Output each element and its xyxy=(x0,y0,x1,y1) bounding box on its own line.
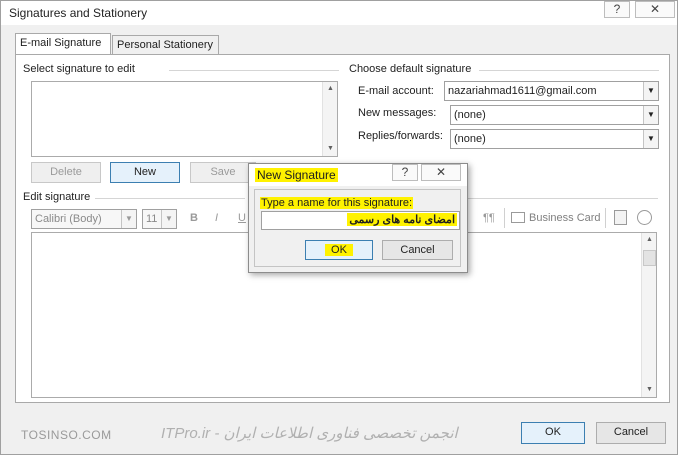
size-select[interactable]: 11 ▼ xyxy=(142,209,177,229)
signatures-window: Signatures and Stationery ? ✕ E-mail Sig… xyxy=(0,0,678,455)
email-account-label: E-mail account: xyxy=(358,85,434,97)
tab-label: Personal Stationery xyxy=(117,39,213,51)
help-button[interactable]: ? xyxy=(604,1,630,18)
chevron-down-icon[interactable]: ▼ xyxy=(121,210,136,228)
default-signature-label: Choose default signature xyxy=(349,63,472,75)
group-divider xyxy=(95,198,245,199)
scroll-thumb[interactable] xyxy=(643,250,656,266)
new-messages-select[interactable]: (none) ▼ xyxy=(450,105,659,125)
window-title: Signatures and Stationery xyxy=(9,6,148,20)
toolbar-separator xyxy=(504,208,505,228)
signature-name-input[interactable]: امضای نامه های رسمی xyxy=(261,211,460,230)
business-card-icon xyxy=(511,212,525,223)
close-button[interactable]: ✕ xyxy=(635,1,675,18)
email-account-select[interactable]: nazariahmad1611@gmail.com ▼ xyxy=(444,81,659,101)
save-button[interactable]: Save xyxy=(190,162,256,183)
delete-button[interactable]: Delete xyxy=(31,162,101,183)
underline-button[interactable]: U xyxy=(238,212,246,224)
replies-label: Replies/forwards: xyxy=(358,130,443,142)
signature-name-value: امضای نامه های رسمی xyxy=(347,213,457,226)
new-button[interactable]: New xyxy=(110,162,180,183)
size-value: 11 xyxy=(146,213,158,225)
paragraph-direction-button[interactable]: ¶¶ xyxy=(483,212,495,224)
cancel-button[interactable]: Cancel xyxy=(596,422,666,444)
replies-select[interactable]: (none) ▼ xyxy=(450,129,659,149)
tab-personal-stationery[interactable]: Personal Stationery xyxy=(112,35,219,54)
italic-button[interactable]: I xyxy=(215,212,218,224)
insert-picture-icon[interactable] xyxy=(614,210,627,225)
scroll-up-icon[interactable]: ▲ xyxy=(642,233,657,247)
new-messages-value: (none) xyxy=(454,109,486,121)
dialog-close-button[interactable]: ✕ xyxy=(421,164,461,181)
group-divider xyxy=(479,70,659,71)
scroll-up-icon[interactable]: ▲ xyxy=(323,82,338,96)
dialog-prompt: Type a name for this signature: xyxy=(260,197,414,209)
watermark-tosinso: TOSINSO.COM xyxy=(21,428,112,442)
scroll-down-icon[interactable]: ▼ xyxy=(642,383,657,397)
group-divider xyxy=(169,70,339,71)
dialog-title: New Signature xyxy=(255,168,338,182)
dialog-help-button[interactable]: ? xyxy=(392,164,418,181)
replies-value: (none) xyxy=(454,133,486,145)
font-select[interactable]: Calibri (Body) ▼ xyxy=(31,209,137,229)
tab-email-signature[interactable]: E-mail Signature xyxy=(15,33,111,55)
toolbar-separator xyxy=(605,208,606,228)
dialog-ok-button[interactable]: OK xyxy=(305,240,373,260)
watermark-itpro: ITPro.ir - انجمن تخصصی فناوری اطلاعات ای… xyxy=(161,425,458,442)
dialog-title-bar: New Signature ? ✕ xyxy=(249,164,467,186)
list-scrollbar[interactable]: ▲ ▼ xyxy=(322,82,337,156)
ok-button[interactable]: OK xyxy=(521,422,585,444)
scroll-down-icon[interactable]: ▼ xyxy=(323,142,338,156)
dialog-ok-label: OK xyxy=(325,244,353,256)
chevron-down-icon[interactable]: ▼ xyxy=(643,130,658,148)
editor-scrollbar[interactable]: ▲ ▼ xyxy=(641,233,656,397)
dialog-cancel-button[interactable]: Cancel xyxy=(382,240,453,260)
business-card-button[interactable]: Business Card xyxy=(529,212,601,224)
email-account-value: nazariahmad1611@gmail.com xyxy=(448,85,597,97)
bold-button[interactable]: B xyxy=(190,212,198,224)
font-value: Calibri (Body) xyxy=(35,213,102,225)
new-signature-dialog: New Signature ? ✕ Type a name for this s… xyxy=(248,163,468,273)
chevron-down-icon[interactable]: ▼ xyxy=(643,82,658,100)
group-divider xyxy=(468,198,658,199)
insert-hyperlink-icon[interactable] xyxy=(637,210,652,225)
chevron-down-icon[interactable]: ▼ xyxy=(643,106,658,124)
select-signature-label: Select signature to edit xyxy=(23,63,135,75)
chevron-down-icon[interactable]: ▼ xyxy=(161,210,176,228)
tab-label: E-mail Signature xyxy=(20,37,102,49)
edit-signature-label: Edit signature xyxy=(23,191,91,203)
new-messages-label: New messages: xyxy=(358,107,437,119)
signature-list[interactable]: ▲ ▼ xyxy=(31,81,338,157)
title-bar: Signatures and Stationery ? ✕ xyxy=(1,1,677,25)
